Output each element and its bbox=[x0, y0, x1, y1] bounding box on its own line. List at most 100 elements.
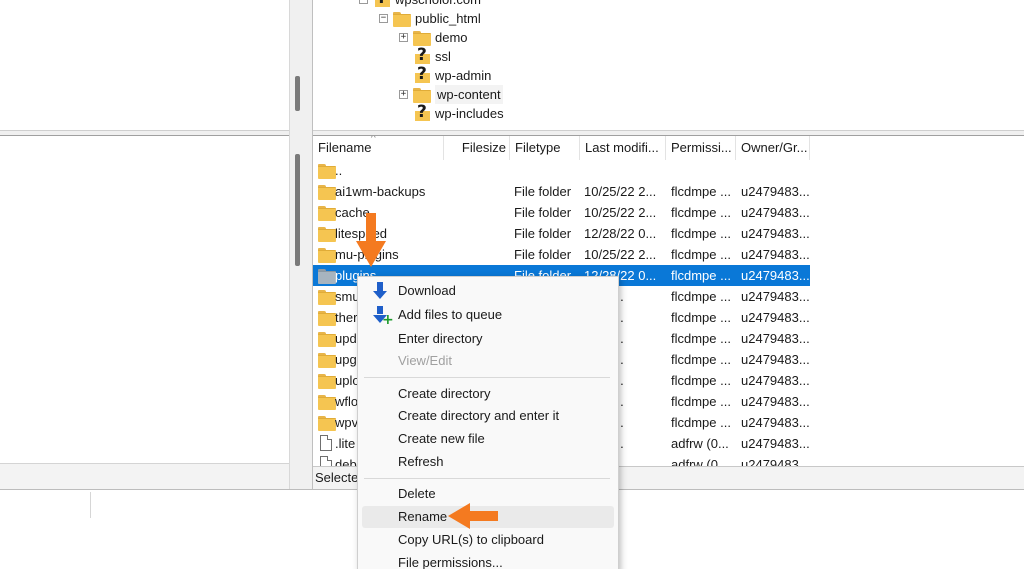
local-tree-pane[interactable] bbox=[0, 0, 289, 130]
add-queue-icon: + bbox=[373, 306, 394, 327]
tree-node-wp-content[interactable]: + wp-content bbox=[399, 85, 503, 104]
cell-type: File folder bbox=[514, 205, 572, 220]
column-header-last-modified[interactable]: Last modifi... bbox=[580, 136, 666, 160]
question-folder-icon: ? bbox=[413, 102, 431, 122]
collapse-icon[interactable]: − bbox=[379, 14, 388, 23]
cell-perm: flcdmpe ... bbox=[671, 226, 731, 241]
folder-icon bbox=[318, 206, 336, 221]
tree-node-label: ssl bbox=[435, 49, 451, 64]
local-status-bar bbox=[0, 463, 289, 489]
folder-icon bbox=[393, 11, 411, 27]
cell-type: File folder bbox=[514, 226, 572, 241]
question-folder-icon: ? bbox=[413, 64, 431, 84]
cell-perm: flcdmpe ... bbox=[671, 268, 731, 283]
scroll-grip-bottom[interactable] bbox=[295, 154, 300, 266]
download-icon bbox=[373, 282, 389, 300]
cell-owner: u2479483... bbox=[741, 226, 810, 241]
cell-perm: flcdmpe ... bbox=[671, 205, 731, 220]
tree-node-wpscholor[interactable]: − ? wpscholor.com bbox=[359, 0, 481, 9]
column-header-permissions[interactable]: Permissi... bbox=[666, 136, 736, 160]
column-header-filename[interactable]: ^ Filename bbox=[313, 136, 444, 160]
expand-icon[interactable]: + bbox=[399, 33, 408, 42]
menu-item-create-directory-and-enter[interactable]: Create directory and enter it bbox=[362, 405, 614, 427]
cell-owner: u2479483... bbox=[741, 415, 810, 430]
menu-separator bbox=[364, 377, 610, 378]
collapse-icon[interactable]: − bbox=[359, 0, 368, 4]
cell-perm: flcdmpe ... bbox=[671, 310, 731, 325]
cell-owner: u2479483... bbox=[741, 352, 810, 367]
folder-icon bbox=[318, 332, 336, 347]
column-header-owner[interactable]: Owner/Gr... bbox=[736, 136, 810, 160]
menu-item-add-files-to-queue[interactable]: + Add files to queue bbox=[362, 304, 614, 327]
cell-owner: u2479483... bbox=[741, 394, 810, 409]
table-row[interactable]: ai1wm-backups File folder 10/25/22 2... flc… bbox=[313, 181, 810, 202]
cell-owner: u2479483... bbox=[741, 310, 810, 325]
cell-owner: u2479483... bbox=[741, 331, 810, 346]
question-folder-icon: ? bbox=[373, 0, 391, 8]
column-header-filetype[interactable]: Filetype bbox=[510, 136, 580, 160]
tree-node-label: public_html bbox=[415, 11, 481, 26]
vertical-splitter[interactable] bbox=[289, 0, 313, 489]
cell-perm: flcdmpe ... bbox=[671, 415, 731, 430]
folder-icon bbox=[413, 30, 431, 46]
file-icon bbox=[320, 435, 332, 451]
tree-node-demo[interactable]: + demo bbox=[399, 28, 468, 47]
cell-owner: u2479483... bbox=[741, 373, 810, 388]
tree-node-label: wp-includes bbox=[435, 106, 504, 121]
menu-item-create-new-file[interactable]: Create new file bbox=[362, 428, 614, 450]
annotation-arrow-left-icon bbox=[448, 503, 500, 531]
cell-owner: u2479483... bbox=[741, 289, 810, 304]
cell-owner: u2479483... bbox=[741, 205, 810, 220]
column-header-filesize[interactable]: Filesize bbox=[444, 136, 510, 160]
cell-owner: u2479483... bbox=[741, 268, 810, 283]
annotation-arrow-down-icon bbox=[356, 213, 388, 271]
folder-icon bbox=[318, 395, 336, 410]
folder-icon bbox=[318, 227, 336, 242]
cell-owner: u2479483... bbox=[741, 247, 810, 262]
menu-item-copy-url[interactable]: Copy URL(s) to clipboard bbox=[362, 529, 614, 551]
cell-owner: u2479483... bbox=[741, 457, 810, 466]
cell-perm: flcdmpe ... bbox=[671, 289, 731, 304]
menu-item-file-permissions[interactable]: File permissions... bbox=[362, 552, 614, 569]
local-file-list-pane[interactable] bbox=[0, 136, 289, 463]
expand-icon[interactable]: + bbox=[399, 90, 408, 99]
tree-node-wp-admin[interactable]: ? wp-admin bbox=[399, 64, 492, 85]
cell-name: litespeed bbox=[335, 226, 388, 241]
remote-tree-pane[interactable]: − ? wpscholor.com − public_html + demo ?… bbox=[313, 0, 1024, 130]
folder-icon bbox=[318, 185, 336, 200]
cell-perm: flcdmpe ... bbox=[671, 352, 731, 367]
tree-node-wp-includes[interactable]: ? wp-includes bbox=[399, 102, 504, 123]
scroll-grip-top[interactable] bbox=[295, 76, 300, 111]
cell-modified: 10/25/22 2... bbox=[584, 247, 657, 262]
menu-item-enter-directory[interactable]: Enter directory bbox=[362, 328, 614, 350]
tree-node-label: wpscholor.com bbox=[395, 0, 481, 9]
menu-item-create-directory[interactable]: Create directory bbox=[362, 383, 614, 405]
folder-icon bbox=[318, 374, 336, 389]
cell-type: File folder bbox=[514, 184, 572, 199]
cell-name: mu-plugins bbox=[335, 247, 399, 262]
question-folder-icon: ? bbox=[413, 45, 431, 65]
cell-modified: 12/28/22 0... bbox=[584, 226, 657, 241]
menu-item-delete[interactable]: Delete bbox=[362, 483, 614, 505]
divider bbox=[90, 492, 91, 518]
cell-perm: flcdmpe ... bbox=[671, 184, 731, 199]
cell-perm: flcdmpe ... bbox=[671, 394, 731, 409]
cell-name: .. bbox=[335, 163, 343, 178]
folder-icon bbox=[318, 269, 336, 284]
cell-perm: flcdmpe ... bbox=[671, 373, 731, 388]
menu-item-download[interactable]: Download bbox=[362, 280, 614, 302]
folder-icon bbox=[318, 353, 336, 368]
menu-item-refresh[interactable]: Refresh bbox=[362, 451, 614, 473]
tree-node-public-html[interactable]: − public_html bbox=[379, 9, 481, 28]
cell-name: ai1wm-backups bbox=[335, 184, 426, 199]
sort-ascending-icon: ^ bbox=[371, 136, 376, 144]
cell-owner: u2479483... bbox=[741, 184, 810, 199]
folder-icon bbox=[318, 164, 336, 179]
tree-node-label: demo bbox=[435, 30, 468, 45]
tree-node-label: wp-admin bbox=[435, 68, 492, 83]
folder-icon bbox=[413, 87, 431, 103]
table-row[interactable]: .. bbox=[313, 160, 810, 181]
folder-icon bbox=[318, 416, 336, 431]
cell-perm: flcdmpe ... bbox=[671, 247, 731, 262]
menu-separator bbox=[364, 478, 610, 479]
